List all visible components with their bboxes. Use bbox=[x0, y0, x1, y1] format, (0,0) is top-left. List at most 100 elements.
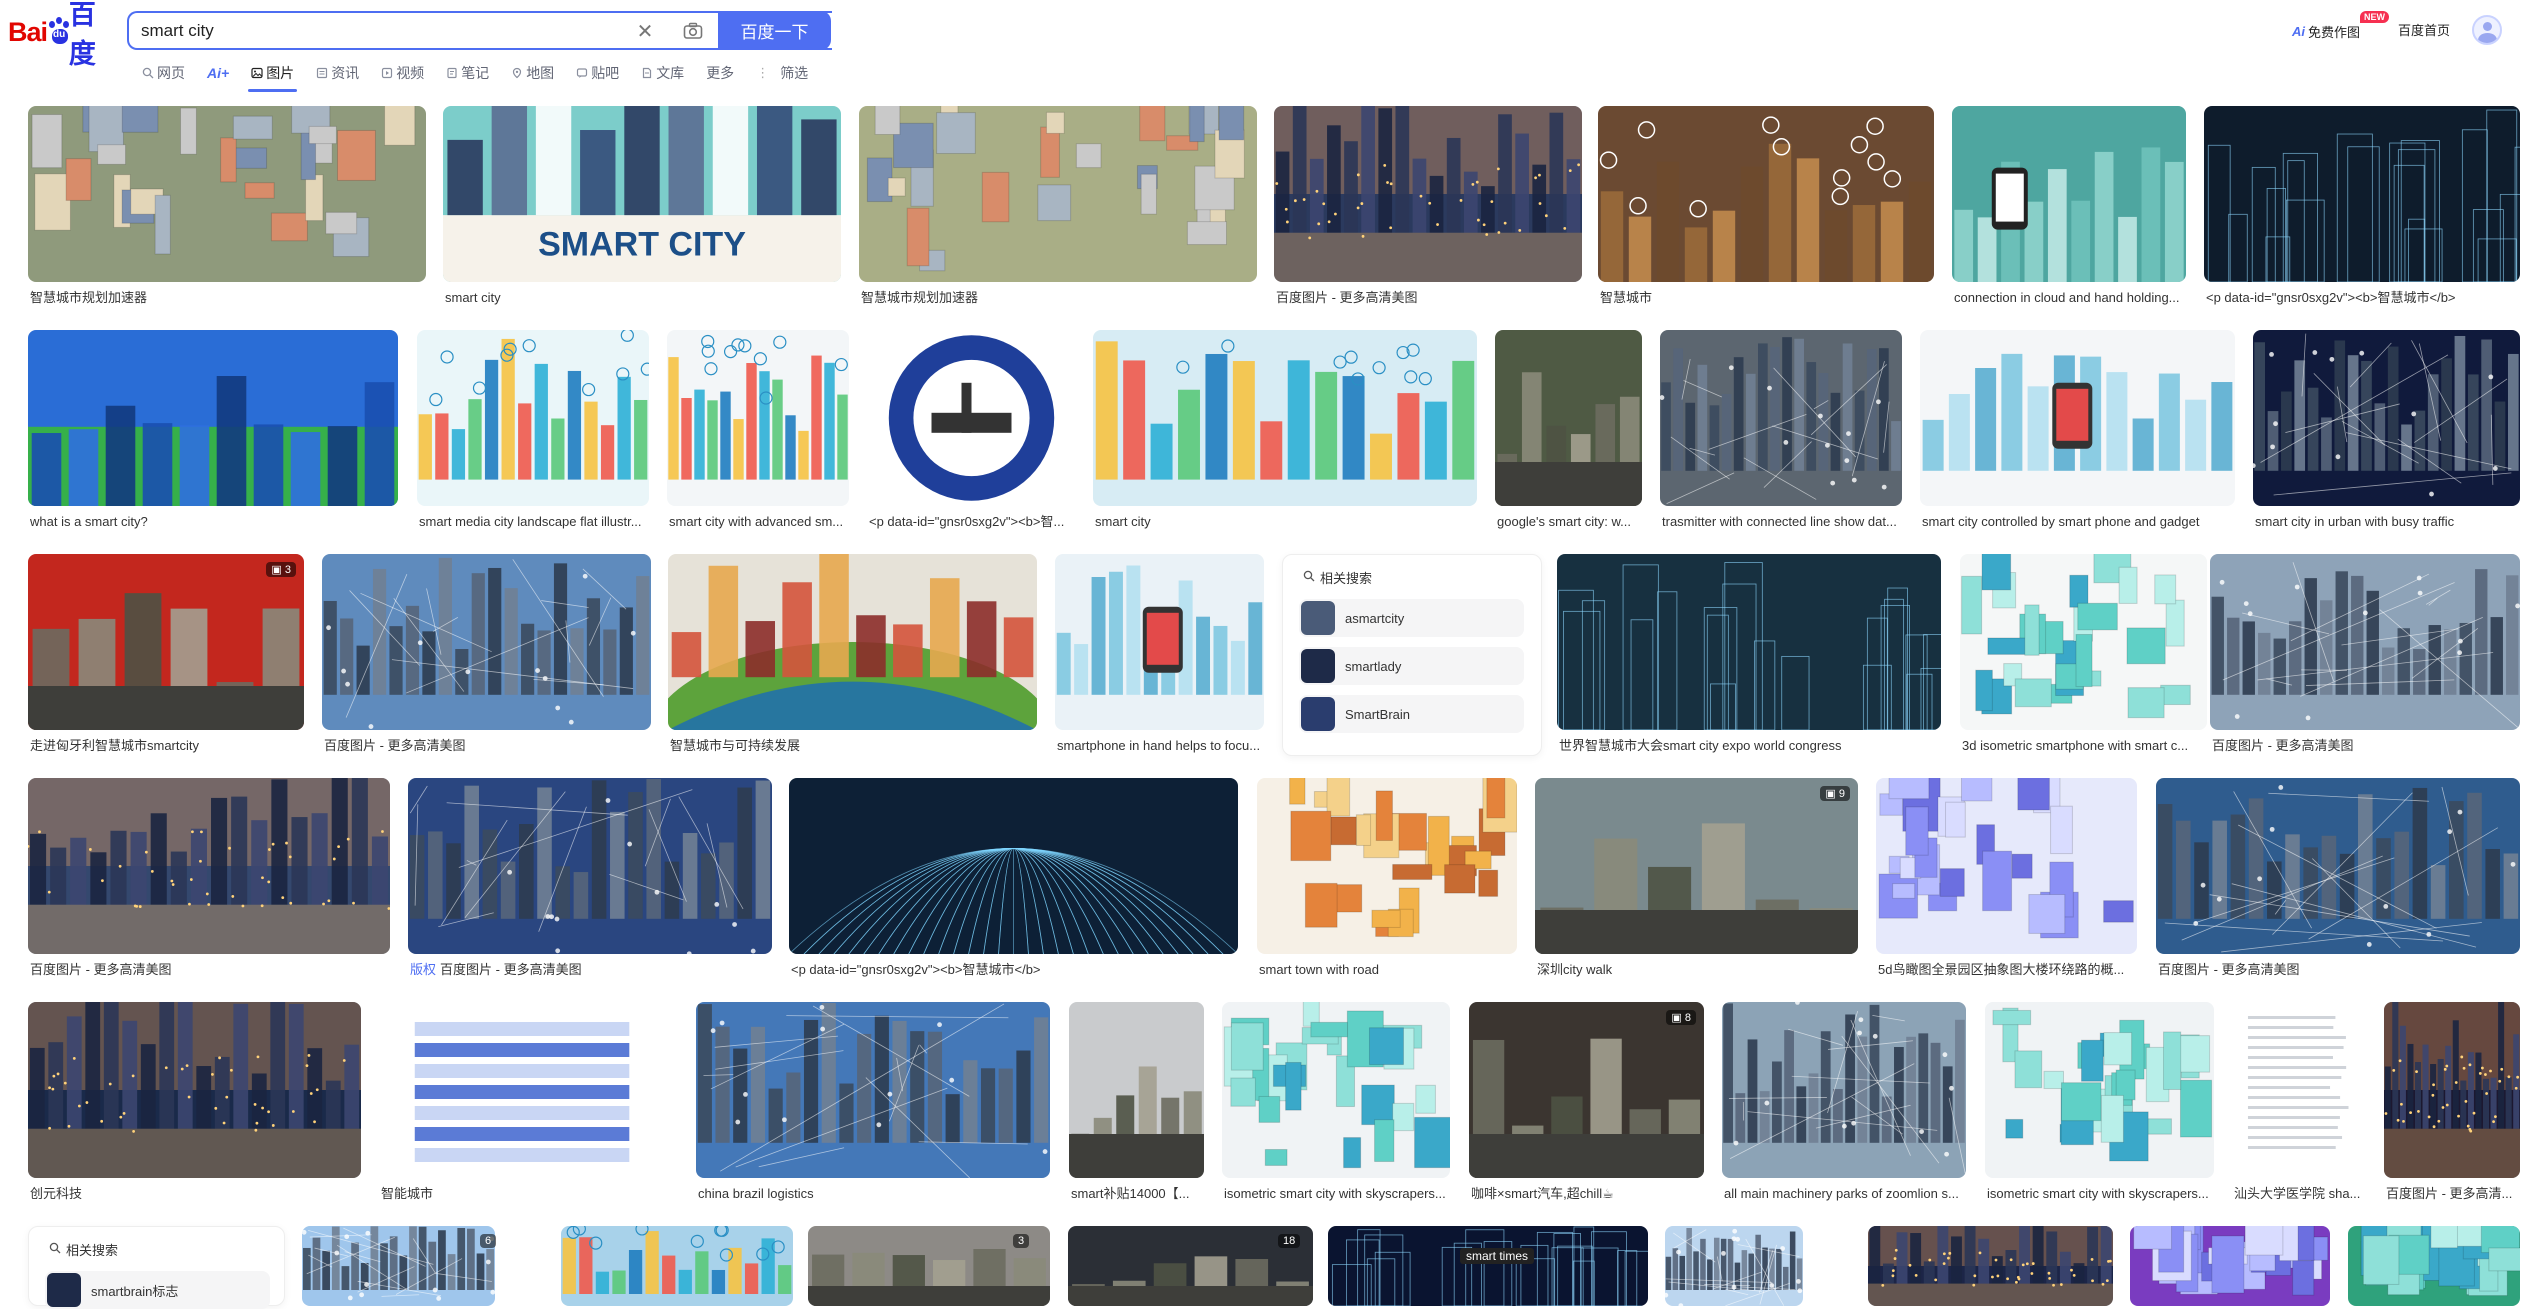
result-thumbnail[interactable] bbox=[408, 778, 772, 954]
result-caption[interactable]: 智慧城市规划加速器 bbox=[30, 290, 424, 306]
related-search-item[interactable]: smartbrain标志 bbox=[45, 1271, 270, 1309]
result-thumbnail[interactable] bbox=[2253, 330, 2520, 506]
image-result[interactable]: smart补贴14000【... bbox=[1069, 1002, 1204, 1208]
result-thumbnail[interactable] bbox=[379, 1002, 677, 1178]
image-result[interactable]: smart media city landscape flat illustr.… bbox=[417, 330, 649, 536]
image-result[interactable]: 智慧城市 bbox=[1598, 106, 1934, 312]
result-thumbnail[interactable] bbox=[2210, 554, 2520, 730]
result-caption[interactable]: smart city in urban with busy traffic bbox=[2255, 514, 2518, 530]
result-caption[interactable]: what is a smart city? bbox=[30, 514, 396, 530]
result-thumbnail[interactable] bbox=[1328, 1226, 1648, 1306]
result-thumbnail[interactable] bbox=[28, 106, 426, 282]
result-thumbnail[interactable] bbox=[667, 330, 849, 506]
image-result[interactable]: 百度图片 - 更多高清美图 bbox=[2210, 554, 2520, 760]
filter-button[interactable]: 筛选 bbox=[780, 63, 808, 83]
result-caption[interactable]: 世界智慧城市大会smart city expo world congress bbox=[1559, 738, 1939, 754]
result-thumbnail[interactable] bbox=[1665, 1226, 1803, 1306]
result-thumbnail[interactable] bbox=[1274, 106, 1582, 282]
tab-1[interactable]: Ai+ bbox=[207, 61, 229, 85]
image-result[interactable]: 百度图片 - 更多高清美图 bbox=[322, 554, 651, 760]
result-thumbnail[interactable] bbox=[2384, 1002, 2520, 1178]
tab-6[interactable]: 地图 bbox=[511, 61, 554, 85]
result-thumbnail[interactable] bbox=[1222, 1002, 1450, 1178]
image-result[interactable]: 百度图片 - 更多高清美图 bbox=[2156, 778, 2520, 984]
result-caption[interactable]: 咖啡×smart汽车,超chill☕ bbox=[1471, 1186, 1702, 1202]
result-thumbnail[interactable] bbox=[2204, 106, 2520, 282]
result-caption[interactable]: 智慧城市规划加速器 bbox=[861, 290, 1255, 306]
image-result[interactable]: what is a smart city? bbox=[28, 330, 398, 536]
image-result[interactable]: <p data-id="gnsr0sxg2v"><b>智... bbox=[867, 330, 1076, 536]
result-thumbnail[interactable] bbox=[1876, 778, 2137, 954]
result-caption[interactable]: <p data-id="gnsr0sxg2v"><b>智慧城市</b> bbox=[2206, 290, 2518, 306]
image-result[interactable]: smart city controlled by smart phone and… bbox=[1920, 330, 2235, 536]
result-caption[interactable]: all main machinery parks of zoomlion s..… bbox=[1724, 1186, 1964, 1202]
result-thumbnail[interactable] bbox=[1660, 330, 1902, 506]
result-thumbnail[interactable]: ▣ 3 bbox=[28, 554, 304, 730]
related-search-item[interactable]: SmartBrain bbox=[1299, 695, 1524, 733]
result-caption[interactable]: 智能城市 bbox=[381, 1186, 675, 1202]
baidu-logo[interactable]: Bai du 百度 bbox=[8, 13, 112, 51]
result-caption[interactable]: 深圳city walk bbox=[1537, 962, 1856, 978]
related-search-item[interactable]: smartlady bbox=[1299, 647, 1524, 685]
result-caption[interactable]: 百度图片 - 更多高清... bbox=[2386, 1186, 2518, 1202]
tab-4[interactable]: 视频 bbox=[381, 61, 424, 85]
result-thumbnail[interactable] bbox=[28, 778, 390, 954]
tab-2[interactable]: 图片 bbox=[251, 61, 294, 85]
image-result[interactable]: ▣ 9 深圳city walk bbox=[1535, 778, 1858, 984]
result-thumbnail[interactable] bbox=[1068, 1226, 1313, 1306]
result-caption[interactable]: 百度图片 - 更多高清美图 bbox=[324, 738, 649, 754]
result-caption[interactable]: china brazil logistics bbox=[698, 1186, 1048, 1202]
image-result[interactable]: 百度图片 - 更多高清美图 bbox=[28, 778, 390, 984]
result-caption[interactable]: smart city with advanced sm... bbox=[669, 514, 847, 530]
result-caption[interactable]: smart media city landscape flat illustr.… bbox=[419, 514, 647, 530]
camera-icon[interactable] bbox=[677, 15, 709, 47]
result-thumbnail[interactable] bbox=[789, 778, 1238, 954]
avatar[interactable] bbox=[2472, 15, 2502, 45]
search-input[interactable] bbox=[141, 13, 621, 48]
result-caption[interactable]: 百度图片 - 更多高清美图 bbox=[2212, 738, 2518, 754]
image-result[interactable]: isometric smart city with skyscrapers... bbox=[1985, 1002, 2214, 1208]
result-thumbnail[interactable] bbox=[1495, 330, 1642, 506]
image-result[interactable]: 百度图片 - 更多高清美图 bbox=[1274, 106, 1582, 312]
result-thumbnail[interactable]: ▣ 8 bbox=[1469, 1002, 1704, 1178]
result-thumbnail[interactable] bbox=[859, 106, 1257, 282]
result-thumbnail[interactable] bbox=[2156, 778, 2520, 954]
image-result[interactable]: SMART CITYsmart city bbox=[443, 106, 841, 312]
ai-image-button[interactable]: Ai 免费作图 bbox=[2292, 20, 2360, 42]
result-caption[interactable]: trasmitter with connected line show dat.… bbox=[1662, 514, 1900, 530]
image-result[interactable]: <p data-id="gnsr0sxg2v"><b>智慧城市</b> bbox=[789, 778, 1238, 984]
result-caption[interactable]: isometric smart city with skyscrapers... bbox=[1987, 1186, 2212, 1202]
result-thumbnail[interactable] bbox=[302, 1226, 495, 1306]
result-thumbnail[interactable] bbox=[322, 554, 651, 730]
result-caption[interactable]: smartphone in hand helps to focu... bbox=[1057, 738, 1262, 754]
image-result[interactable]: smart city in urban with busy traffic bbox=[2253, 330, 2520, 536]
image-result[interactable]: 百度图片 - 更多高清... bbox=[2384, 1002, 2520, 1208]
image-result[interactable]: 版权百度图片 - 更多高清美图 bbox=[408, 778, 772, 984]
result-thumbnail[interactable] bbox=[1985, 1002, 2214, 1178]
result-thumbnail[interactable] bbox=[1960, 554, 2207, 730]
image-result[interactable]: smartphone in hand helps to focu... bbox=[1055, 554, 1264, 760]
result-thumbnail[interactable] bbox=[1093, 330, 1477, 506]
image-result[interactable]: 汕头大学医学院 sha... bbox=[2232, 1002, 2365, 1208]
baidu-home-link[interactable]: 百度首页 bbox=[2398, 20, 2450, 42]
result-thumbnail[interactable]: SMART CITY bbox=[443, 106, 841, 282]
result-thumbnail[interactable]: ▣ 9 bbox=[1535, 778, 1858, 954]
tab-9[interactable]: 更多 bbox=[706, 61, 734, 85]
result-thumbnail[interactable] bbox=[2130, 1226, 2330, 1306]
result-caption[interactable]: 版权百度图片 - 更多高清美图 bbox=[410, 962, 770, 978]
result-caption[interactable]: smart city bbox=[1095, 514, 1475, 530]
result-caption[interactable]: 智慧城市与可持续发展 bbox=[670, 738, 1035, 754]
result-thumbnail[interactable] bbox=[1722, 1002, 1966, 1178]
image-result[interactable]: all main machinery parks of zoomlion s..… bbox=[1722, 1002, 1966, 1208]
image-result[interactable]: 智慧城市与可持续发展 bbox=[668, 554, 1037, 760]
image-result[interactable]: trasmitter with connected line show dat.… bbox=[1660, 330, 1902, 536]
result-caption[interactable]: connection in cloud and hand holding... bbox=[1954, 290, 2184, 306]
image-result[interactable]: 创元科技 bbox=[28, 1002, 361, 1208]
result-thumbnail[interactable] bbox=[561, 1226, 793, 1306]
result-caption[interactable]: smart补贴14000【... bbox=[1071, 1186, 1202, 1202]
result-caption[interactable]: <p data-id="gnsr0sxg2v"><b>智慧城市</b> bbox=[791, 962, 1236, 978]
result-thumbnail[interactable] bbox=[668, 554, 1037, 730]
search-button[interactable]: 百度一下 bbox=[718, 11, 831, 50]
result-thumbnail[interactable] bbox=[1055, 554, 1264, 730]
image-result[interactable]: isometric smart city with skyscrapers... bbox=[1222, 1002, 1450, 1208]
